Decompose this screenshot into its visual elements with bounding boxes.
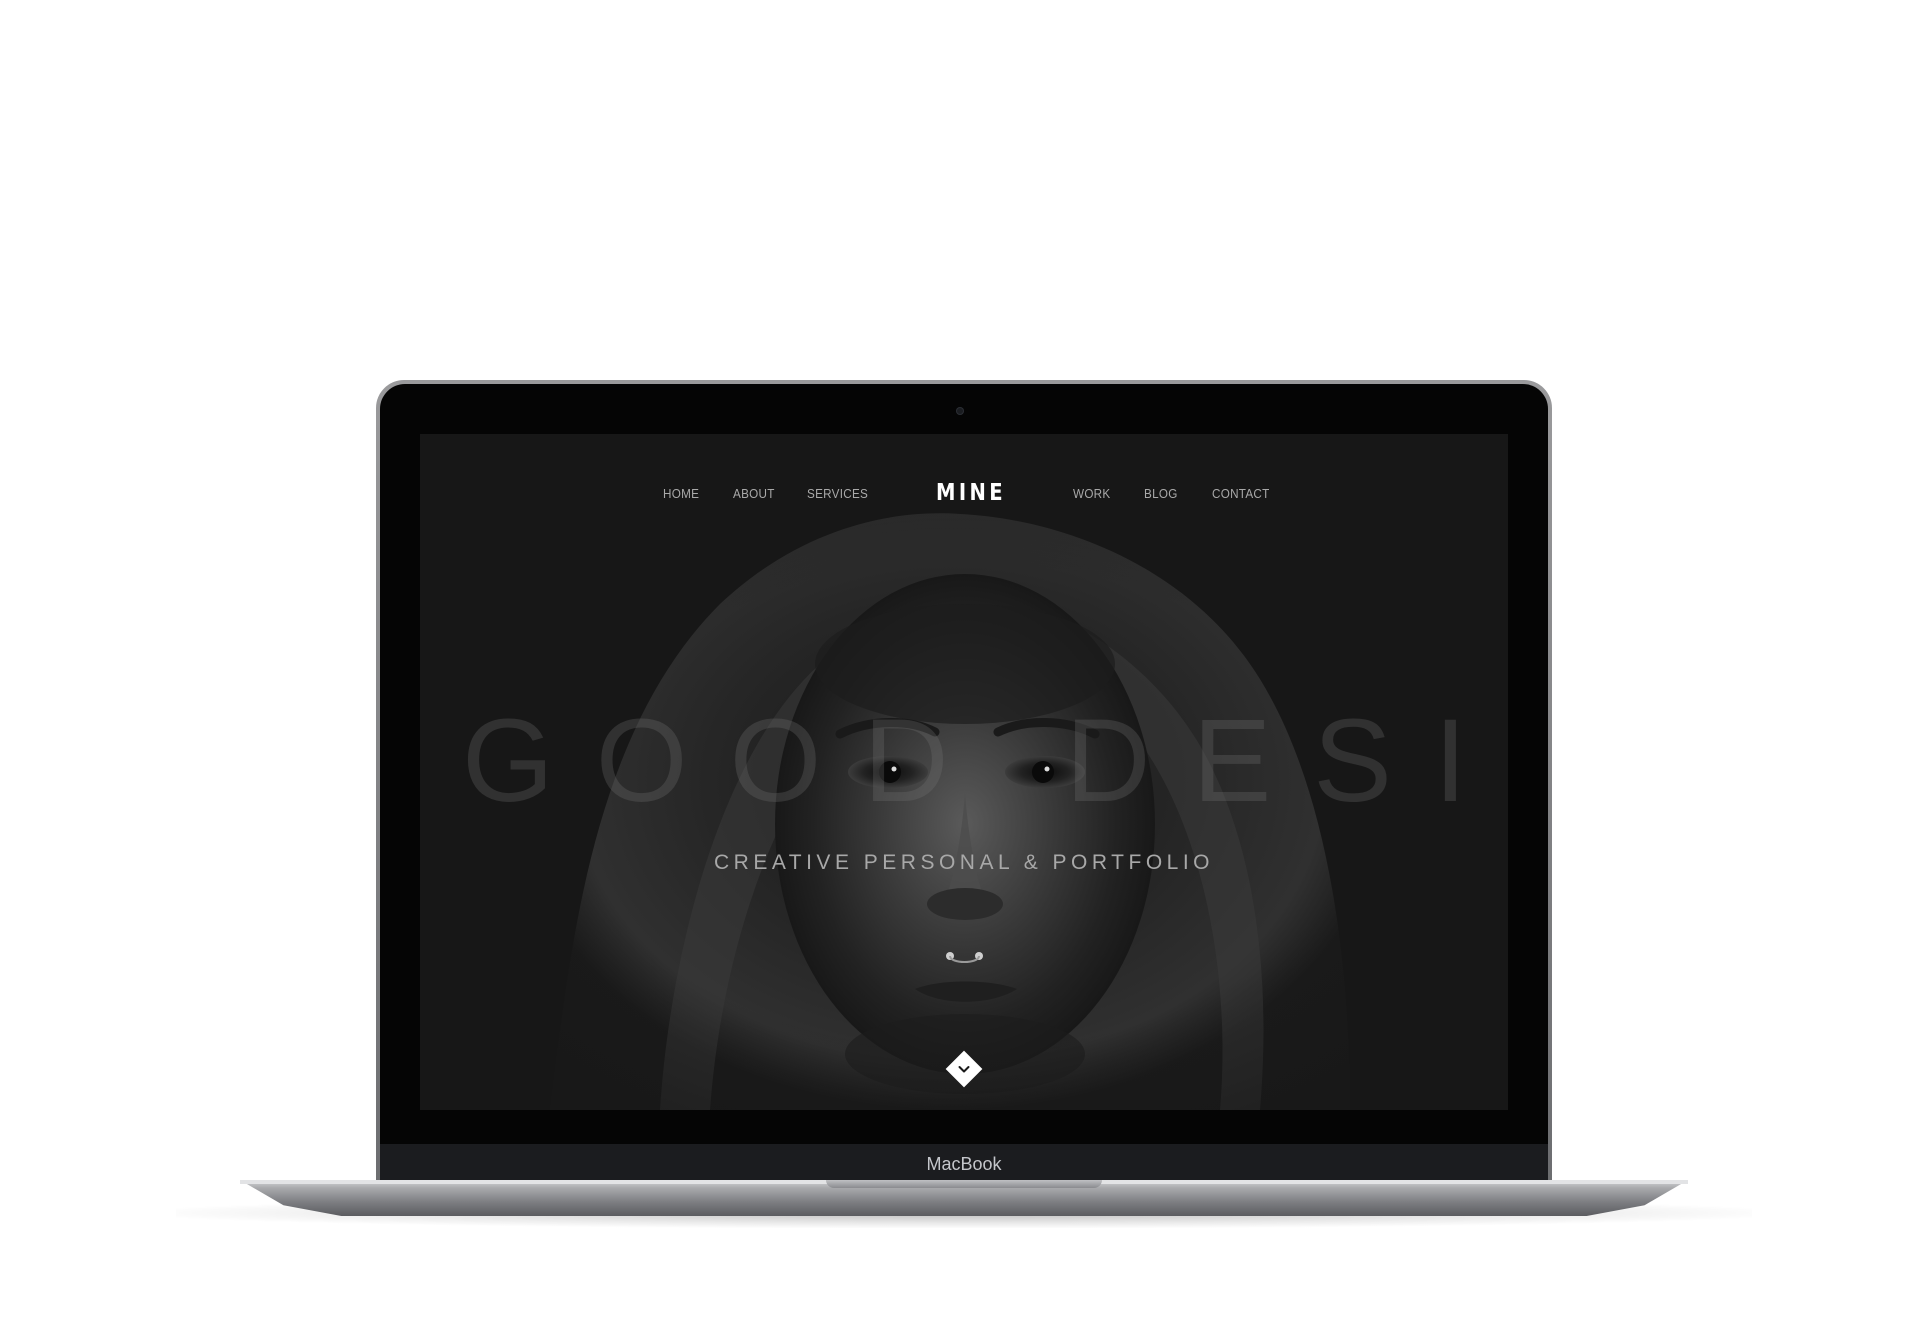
scroll-down-button[interactable] [945,1050,983,1088]
nav-blog-link[interactable]: BLOG [1144,485,1178,503]
nav-about-link[interactable]: ABOUT [733,485,775,503]
main-navigation: HOME ABOUT SERVICES MINE WORK BLOG CONTA… [420,474,1508,514]
mockup-stage: HOME ABOUT SERVICES MINE WORK BLOG CONTA… [0,0,1920,1338]
nav-contact-link[interactable]: CONTACT [1212,485,1270,503]
hero-title: GOOD DESIGN [462,695,1508,827]
nav-home-link[interactable]: HOME [663,485,699,503]
hero-subtitle: CREATIVE PERSONAL & PORTFOLIO [713,851,1215,874]
website-screen: HOME ABOUT SERVICES MINE WORK BLOG CONTA… [420,434,1508,1110]
laptop-opening-notch [826,1180,1102,1188]
nav-services-link[interactable]: SERVICES [807,485,868,503]
device-brand-label: MacBook [926,1154,1002,1174]
chevron-down-icon [945,1050,983,1088]
camera-icon [956,407,964,415]
nav-work-link[interactable]: WORK [1073,485,1110,503]
site-logo[interactable]: MINE [935,478,1006,508]
